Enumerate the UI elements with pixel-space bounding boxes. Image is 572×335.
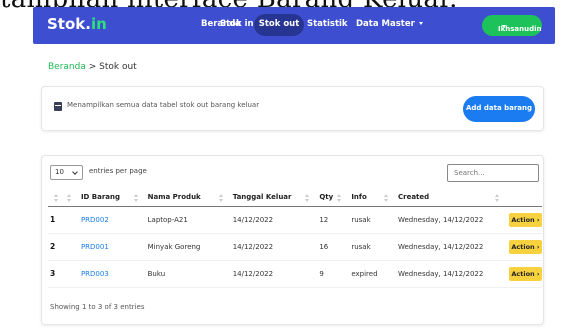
row-info: rusak [333, 233, 380, 261]
row-id[interactable]: PRD002 [62, 206, 130, 234]
stock-out-table: ID Barang Nama Produk Tanggal Keluar Qty… [48, 189, 542, 288]
user-menu-button[interactable]: Ikhsanudin [482, 15, 542, 36]
sort-icon [383, 194, 388, 202]
table-row: 2 PRD001 Minyak Goreng 14/12/2022 16 rus… [48, 233, 542, 261]
row-number: 3 [48, 260, 63, 288]
column-header-nama[interactable]: Nama Produk [129, 189, 215, 207]
nav-stok-in[interactable]: Stok in [220, 19, 254, 29]
brand-main: Stok. [47, 15, 91, 33]
row-tanggal: 14/12/2022 [214, 206, 302, 234]
row-action-cell: Action › [491, 260, 542, 288]
table-info: Showing 1 to 3 of 3 entries [50, 303, 145, 311]
table-row: 1 PRD002 Laptop-A21 14/12/2022 12 rusak … [48, 206, 542, 234]
column-header-qty[interactable]: Qty [301, 189, 334, 207]
column-header-action[interactable] [491, 189, 542, 207]
search-input[interactable] [447, 164, 539, 182]
column-header-tanggal-label: Tanggal Keluar [232, 193, 292, 202]
action-button[interactable]: Action › [509, 239, 542, 254]
brand-logo[interactable]: Stok.in [47, 15, 107, 33]
action-button[interactable]: Action › [509, 212, 542, 227]
table-card: 10 entries per page ID Barang Nama Produ… [41, 155, 544, 325]
row-tanggal: 14/12/2022 [214, 260, 302, 288]
action-button[interactable]: Action › [509, 266, 542, 281]
sort-icon [54, 194, 58, 202]
add-data-label: Add data barang [465, 104, 533, 112]
nav-stok-out[interactable]: Stok out [254, 14, 304, 36]
row-info: rusak [333, 206, 380, 234]
info-card: Menampilkan semua data tabel stok out ba… [41, 86, 544, 131]
row-action-cell: Action › [491, 233, 542, 261]
row-nama: Minyak Goreng [129, 233, 215, 261]
sort-icon [337, 194, 342, 202]
column-header-created[interactable]: Created [379, 189, 491, 207]
table-header-row: ID Barang Nama Produk Tanggal Keluar Qty… [48, 189, 542, 207]
row-qty: 9 [301, 260, 334, 288]
row-id[interactable]: PRD001 [62, 233, 130, 261]
entries-label: entries per page [89, 167, 147, 175]
sort-icon [305, 194, 310, 202]
row-nama: Buku [129, 260, 215, 288]
chevron-down-icon [502, 25, 506, 28]
column-header-created-label: Created [397, 193, 430, 202]
row-qty: 12 [301, 206, 334, 234]
chevron-down-icon [418, 22, 423, 25]
table-row: 3 PRD003 Buku 14/12/2022 9 expired Wedne… [48, 260, 542, 288]
column-header-info[interactable]: Info [333, 189, 380, 207]
nav-data-master-label: Data Master [356, 19, 415, 29]
column-header-qty-label: Qty [319, 193, 334, 202]
add-data-button[interactable]: Add data barang [463, 96, 535, 122]
row-created: Wednesday, 14/12/2022 [379, 233, 491, 261]
column-header-id[interactable]: ID Barang [62, 189, 130, 207]
table-icon [54, 102, 62, 111]
info-text: Menampilkan semua data tabel stok out ba… [67, 101, 260, 109]
column-header-id-label: ID Barang [80, 193, 121, 202]
row-created: Wednesday, 14/12/2022 [379, 206, 491, 234]
column-header-info-label: Info [351, 193, 367, 202]
row-created: Wednesday, 14/12/2022 [379, 260, 491, 288]
chevron-down-icon [72, 169, 78, 175]
column-header-nama-label: Nama Produk [147, 193, 201, 202]
entries-select[interactable]: 10 [50, 165, 83, 180]
nav-statistik[interactable]: Statistik [307, 19, 348, 29]
row-tanggal: 14/12/2022 [214, 233, 302, 261]
column-header-number[interactable] [48, 189, 63, 207]
sort-icon [495, 194, 499, 202]
row-qty: 16 [301, 233, 334, 261]
row-number: 1 [48, 206, 63, 234]
entries-select-value: 10 [55, 168, 64, 176]
sort-icon [133, 194, 138, 202]
breadcrumb-current: Stok out [99, 62, 137, 72]
sort-icon [66, 194, 71, 202]
column-header-tanggal[interactable]: Tanggal Keluar [214, 189, 302, 207]
row-nama: Laptop-A21 [129, 206, 215, 234]
sort-icon [218, 194, 223, 202]
navbar: Stok.in Beranda Stok in Stok out Statist… [33, 7, 555, 44]
row-action-cell: Action › [491, 206, 542, 234]
brand-accent: in [90, 15, 107, 33]
breadcrumb: Beranda > Stok out [48, 62, 137, 72]
row-id[interactable]: PRD003 [62, 260, 130, 288]
row-number: 2 [48, 233, 63, 261]
nav-stok-out-label: Stok out [258, 19, 300, 29]
row-info: expired [333, 260, 380, 288]
breadcrumb-home[interactable]: Beranda [48, 62, 86, 72]
nav-data-master[interactable]: Data Master [356, 19, 423, 29]
breadcrumb-separator: > [85, 62, 100, 72]
